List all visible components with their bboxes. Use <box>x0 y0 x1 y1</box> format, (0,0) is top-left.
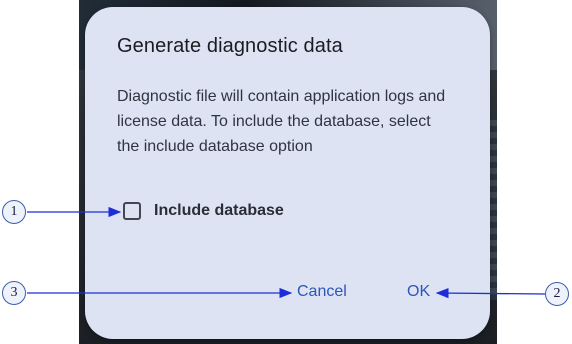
callout-3: 3 <box>2 281 26 305</box>
callout-2-arrow <box>435 287 546 299</box>
callout-1: 1 <box>2 200 26 224</box>
callout-2: 2 <box>545 282 569 306</box>
callout-arrows <box>27 206 546 299</box>
